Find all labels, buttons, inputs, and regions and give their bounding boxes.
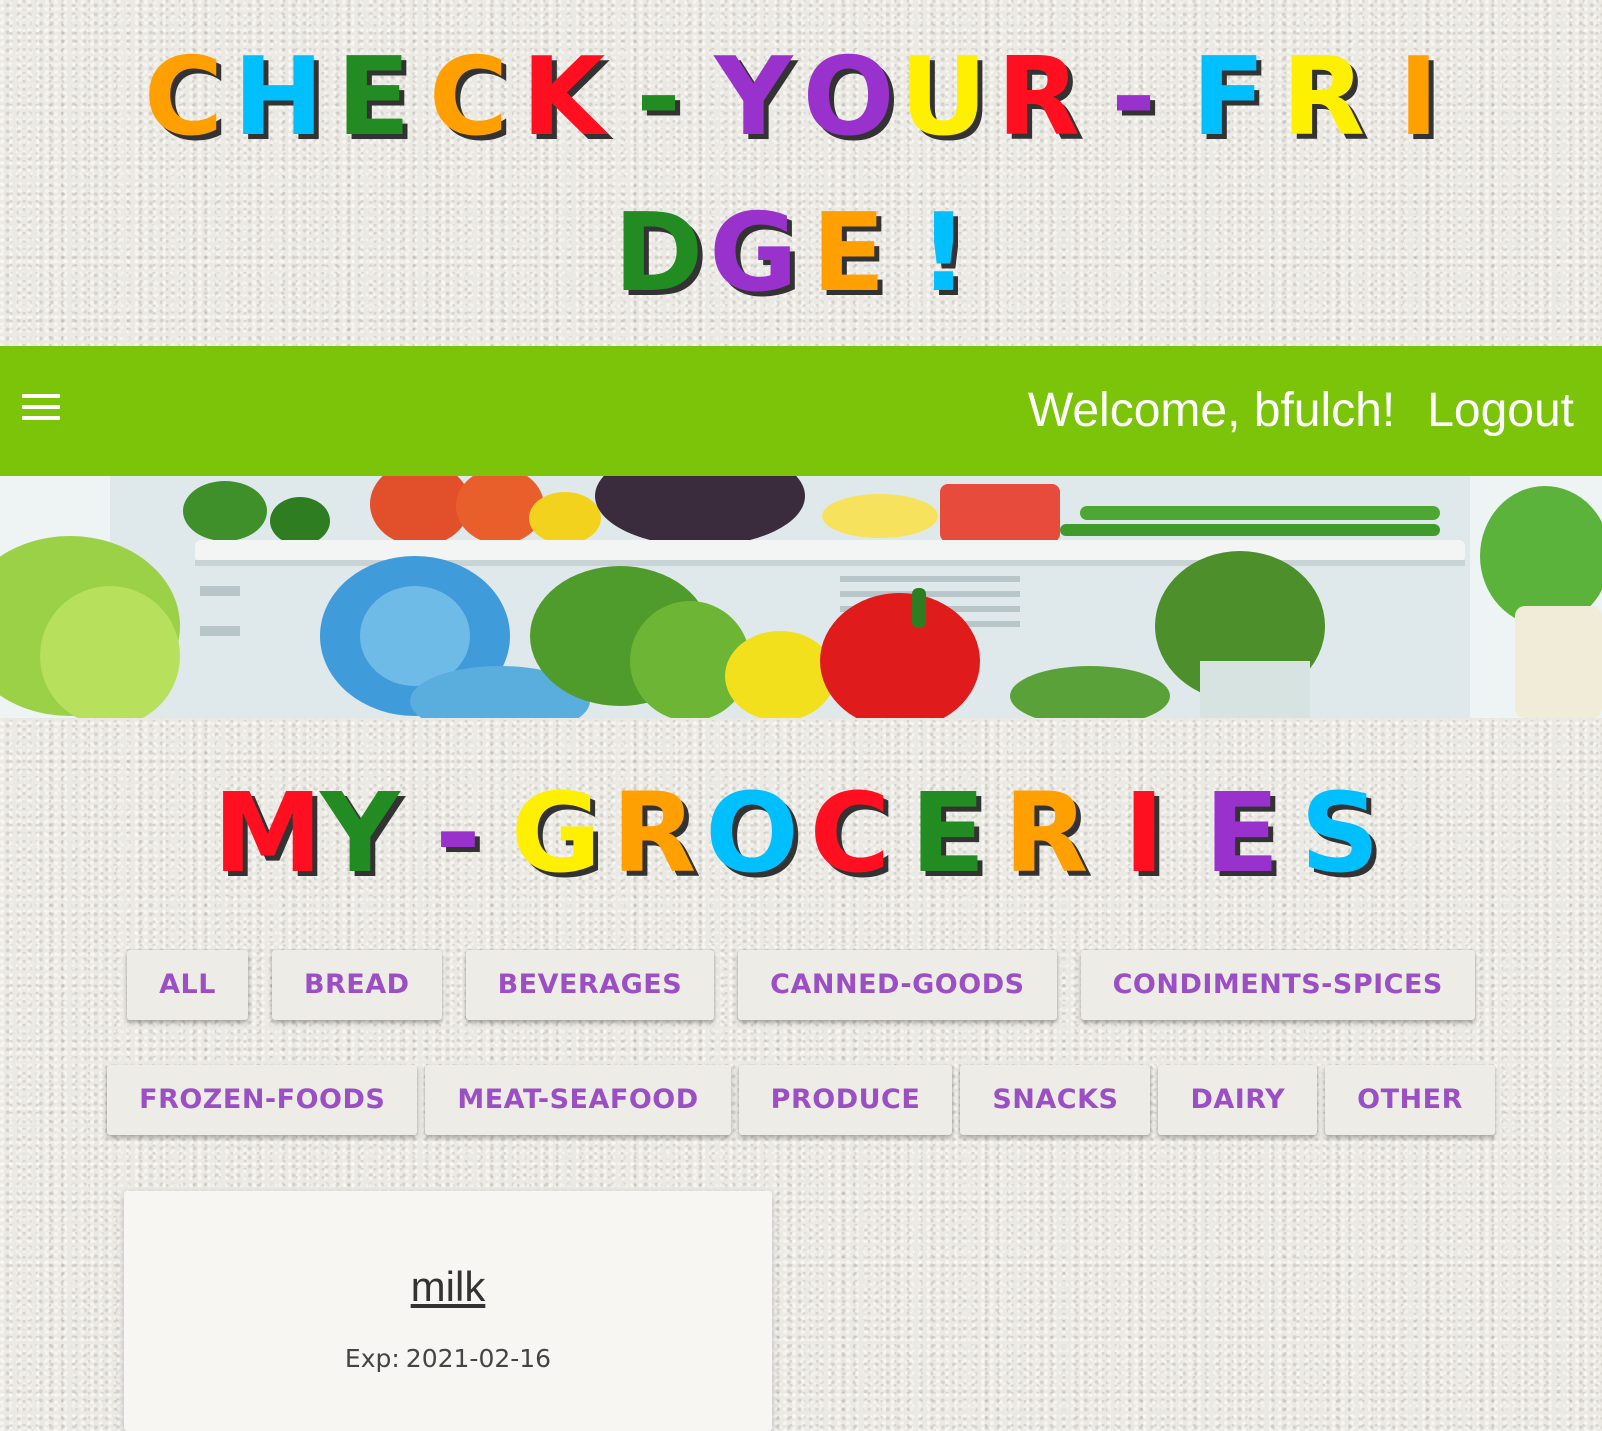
grocery-card: milk Exp: 2021-02-16 <box>124 1191 772 1431</box>
filter-beverages-button[interactable]: BEVERAGES <box>465 950 715 1020</box>
filter-condiments-spices-button[interactable]: CONDIMENTS-SPICES <box>1080 950 1475 1020</box>
my-groceries-heading-letter: R <box>1003 769 1089 897</box>
filter-meat-seafood-button[interactable]: MEAT-SEAFOOD <box>425 1065 731 1135</box>
site-title-line-1: CH E C K - YOUR - F R I <box>0 20 1602 176</box>
filter-frozen-foods-button[interactable]: FROZEN-FOODS <box>107 1065 418 1135</box>
site-title-letter: F <box>1191 35 1266 160</box>
fridge-banner-illustration <box>0 476 1602 718</box>
filter-dairy-button[interactable]: DAIRY <box>1158 1065 1318 1135</box>
filter-other-button[interactable]: OTHER <box>1325 1065 1495 1135</box>
site-title-letter: H <box>233 35 324 160</box>
site-title-letter: - <box>1111 35 1156 160</box>
my-groceries-heading-letter: - <box>435 769 481 897</box>
my-groceries-heading-letter: S <box>1300 769 1380 897</box>
hamburger-menu-icon[interactable] <box>22 394 62 424</box>
my-groceries-heading-letter: O <box>705 769 799 897</box>
filter-canned-goods-button[interactable]: CANNED-GOODS <box>738 950 1057 1020</box>
grocery-expiration: Exp: 2021-02-16 <box>124 1344 772 1373</box>
expiration-label: Exp: <box>344 1344 400 1373</box>
site-title-letter: R <box>1281 35 1366 160</box>
my-groceries-heading: MY - GROC E R I E S <box>0 770 1602 896</box>
my-groceries-heading-letter: C <box>809 769 891 897</box>
my-groceries-heading-letter: I <box>1123 769 1165 897</box>
site-title-letter: R <box>996 35 1081 160</box>
site-title-letter: G <box>709 191 798 316</box>
site-title-letter: C <box>428 35 509 160</box>
site-title-letter: D <box>613 191 704 316</box>
site-title: CH E C K - YOUR - F R I DG E! <box>0 20 1602 320</box>
site-title-letter: U <box>899 35 988 160</box>
grocery-item-name-link[interactable]: milk <box>124 1263 772 1311</box>
logout-link[interactable]: Logout <box>1427 384 1574 437</box>
site-title-letter: E <box>336 35 411 160</box>
category-filters-row-1: ALL BREAD BEVERAGES CANNED-GOODS CONDIME… <box>0 950 1602 1020</box>
site-title-line-2: DG E! <box>0 176 1602 332</box>
my-groceries-heading-letter: R <box>611 769 697 897</box>
site-title-letter: Y <box>714 35 793 160</box>
fridge-produce-banner <box>0 476 1602 718</box>
site-title-letter: E <box>811 191 886 316</box>
filter-produce-button[interactable]: PRODUCE <box>738 1065 953 1135</box>
my-groceries-heading-letter: Y <box>320 769 400 897</box>
site-title-letter: - <box>636 35 681 160</box>
site-title-letter: I <box>1398 35 1439 160</box>
user-nav: Welcome, bfulch! Logout <box>1028 346 1574 476</box>
welcome-text: Welcome, bfulch! <box>1027 384 1396 437</box>
expiration-date: 2021-02-16 <box>405 1344 552 1373</box>
category-filters-row-2: FROZEN-FOODS MEAT-SEAFOOD PRODUCE SNACKS… <box>0 1065 1602 1135</box>
filter-all-button[interactable]: ALL <box>127 950 248 1020</box>
site-title-letter: K <box>521 35 606 160</box>
my-groceries-heading-letter: E <box>910 769 986 897</box>
my-groceries-heading-letter: G <box>510 769 602 897</box>
my-groceries-heading-letter: E <box>1204 769 1280 897</box>
site-title-letter: O <box>802 35 895 160</box>
site-title-letter: C <box>143 35 224 160</box>
top-navbar: Welcome, bfulch! Logout <box>0 346 1602 476</box>
site-title-letter: ! <box>918 191 969 316</box>
my-groceries-heading-letter: M <box>213 769 323 897</box>
filter-bread-button[interactable]: BREAD <box>271 950 442 1020</box>
filter-snacks-button[interactable]: SNACKS <box>960 1065 1151 1135</box>
